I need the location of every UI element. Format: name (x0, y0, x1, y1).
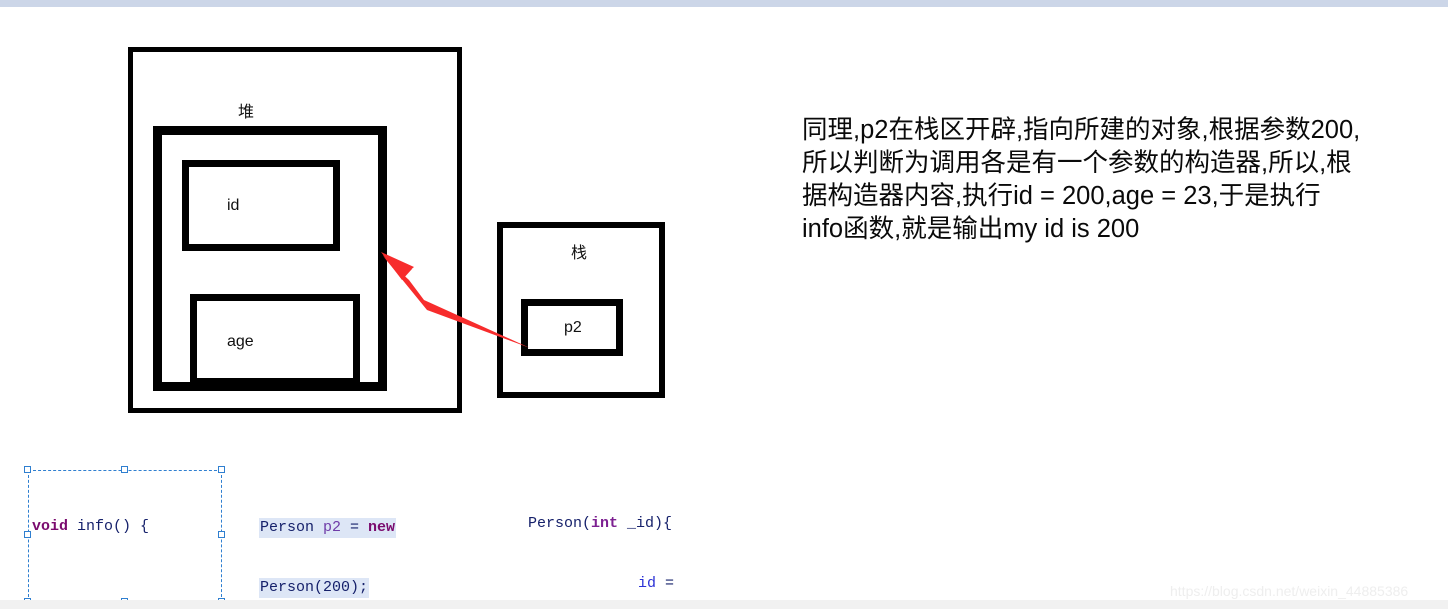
resize-handle-ne[interactable] (218, 466, 225, 473)
equals-token: = (341, 519, 369, 536)
variable-p2-token: p2 (323, 519, 342, 536)
explanation-paragraph: 同理,p2在栈区开辟,指向所建的对象,根据参数200, 所以判断为调用各是有一个… (802, 114, 1438, 246)
heap-region-label: 堆 (238, 104, 255, 121)
assign-id-token: = (656, 575, 684, 592)
code-text-info-method[interactable]: void info() { System.out.pr intln("my id… (32, 477, 220, 609)
note-line: 同理,p2在栈区开辟,指向所建的对象,根据参数200, (802, 116, 1361, 144)
code-block-constructor[interactable]: Person(int _id){ id = _id; age = 23; } (528, 474, 728, 609)
keyword-void: void (32, 518, 69, 535)
object-field-id-label: id (227, 197, 240, 214)
note-line: info函数,就是输出my id is 200 (802, 215, 1140, 243)
code-block-new-person[interactable]: Person p2 = new Person(200); (259, 478, 419, 609)
code-block-info-method-selection[interactable]: void info() { System.out.pr intln("my id… (24, 466, 225, 605)
resize-handle-nw[interactable] (24, 466, 31, 473)
top-chrome-bar (0, 0, 1448, 7)
object-field-age-box (190, 294, 360, 385)
parameter-token: _id){ (618, 515, 673, 532)
constructor-open-token: Person( (528, 515, 592, 532)
stack-variable-p2-label: p2 (564, 319, 582, 336)
note-line: 据构造器内容,执行id = 200,age = 23,于是执行 (802, 182, 1321, 210)
resize-handle-n[interactable] (121, 466, 128, 473)
constructor-call-token: Person(200); (260, 579, 369, 596)
resize-handle-w[interactable] (24, 531, 31, 538)
field-id-assign-token: id (638, 575, 657, 592)
stack-region-label: 栈 (571, 245, 588, 262)
type-token: Person (260, 519, 324, 536)
keyword-int: int (591, 515, 619, 532)
object-field-age-label: age (227, 333, 254, 350)
keyword-new: new (368, 519, 396, 536)
watermark-url: https://blog.csdn.net/weixin_44885386 (1170, 583, 1409, 599)
object-field-id-box (182, 160, 340, 251)
screenshot-canvas: 堆 id age 栈 p2 同理,p2在栈区开辟,指向所建的对象,根据参数200… (0, 0, 1448, 609)
reference-arrow-icon (381, 252, 530, 348)
note-line: 所以判断为调用各是有一个参数的构造器,所以,根 (802, 149, 1352, 177)
method-signature: info() { (68, 518, 150, 535)
bottom-chrome-bar (0, 600, 1448, 609)
